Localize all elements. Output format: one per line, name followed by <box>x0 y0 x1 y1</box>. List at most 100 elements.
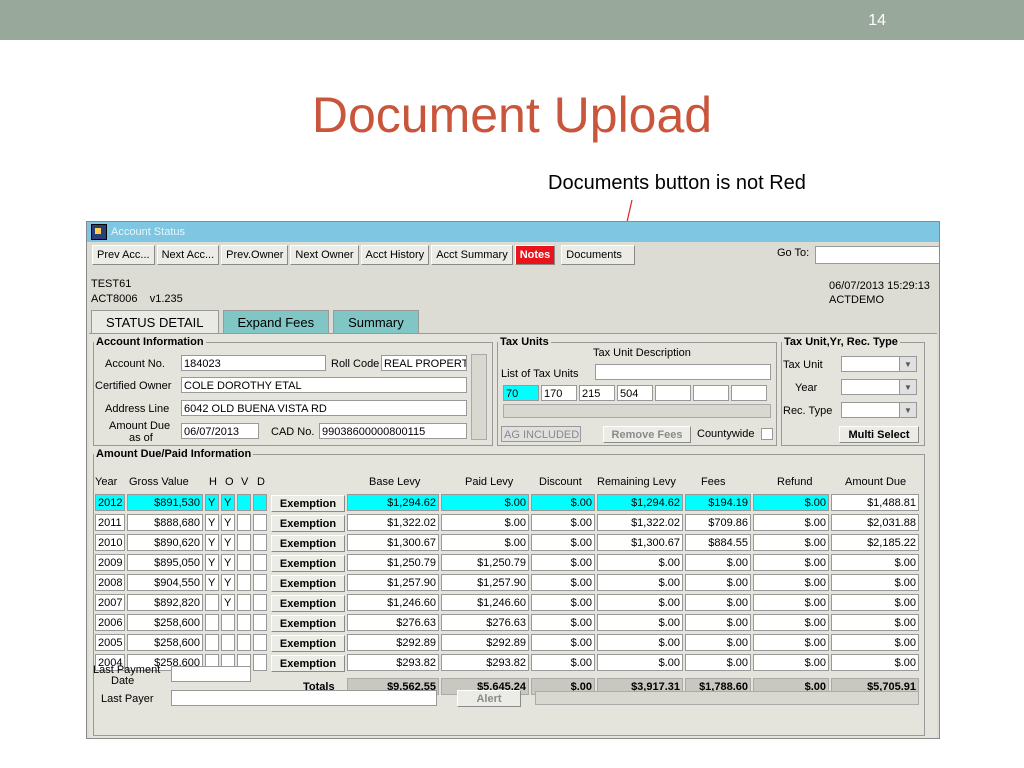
tab-expand-fees[interactable]: Expand Fees <box>222 310 330 334</box>
table-cell-d[interactable] <box>253 594 267 611</box>
table-cell-paid[interactable]: $1,250.79 <box>441 554 529 571</box>
table-cell-o[interactable]: Y <box>221 494 235 511</box>
table-cell-disc[interactable]: $.00 <box>531 554 595 571</box>
table-cell-year[interactable]: 2012 <box>95 494 125 511</box>
table-cell-rem[interactable]: $1,300.67 <box>597 534 683 551</box>
tax-unit-desc-field[interactable] <box>595 364 771 380</box>
exemption-button[interactable]: Exemption <box>271 515 345 532</box>
tax-unit-cell[interactable] <box>655 385 691 401</box>
table-cell-d[interactable] <box>253 614 267 631</box>
table-cell-paid[interactable]: $1,246.60 <box>441 594 529 611</box>
table-cell-disc[interactable]: $.00 <box>531 594 595 611</box>
table-cell-d[interactable] <box>253 634 267 651</box>
table-cell-gross[interactable]: $890,620 <box>127 534 203 551</box>
cad-no-field[interactable]: 99038600000800115 <box>319 423 467 439</box>
exemption-button[interactable]: Exemption <box>271 655 345 672</box>
table-cell-year[interactable]: 2007 <box>95 594 125 611</box>
exemption-button[interactable]: Exemption <box>271 595 345 612</box>
table-cell-due[interactable]: $1,488.81 <box>831 494 919 511</box>
table-cell-due[interactable]: $2,031.88 <box>831 514 919 531</box>
table-cell-fees[interactable]: $194.19 <box>685 494 751 511</box>
table-cell-v[interactable] <box>237 514 251 531</box>
table-cell-o[interactable]: Y <box>221 594 235 611</box>
table-cell-rem[interactable]: $.00 <box>597 614 683 631</box>
exemption-button[interactable]: Exemption <box>271 535 345 552</box>
remove-fees-button[interactable]: Remove Fees <box>603 426 691 443</box>
exemption-button[interactable]: Exemption <box>271 615 345 632</box>
table-cell-paid[interactable]: $.00 <box>441 514 529 531</box>
table-cell-refund[interactable]: $.00 <box>753 594 829 611</box>
next-acc-button[interactable]: Next Acc... <box>156 245 220 265</box>
table-cell-base[interactable]: $293.82 <box>347 654 439 671</box>
acct-summary-button[interactable]: Acct Summary <box>431 245 513 265</box>
table-cell-rem[interactable]: $.00 <box>597 594 683 611</box>
notes-button[interactable]: Notes <box>514 245 556 265</box>
table-cell-o[interactable] <box>221 614 235 631</box>
year-select[interactable]: ▼ <box>841 379 917 395</box>
table-cell-year[interactable]: 2008 <box>95 574 125 591</box>
table-cell-base[interactable]: $1,294.62 <box>347 494 439 511</box>
table-cell-year[interactable]: 2011 <box>95 514 125 531</box>
table-cell-paid[interactable]: $.00 <box>441 494 529 511</box>
table-cell-year[interactable]: 2010 <box>95 534 125 551</box>
table-cell-d[interactable] <box>253 574 267 591</box>
table-cell-refund[interactable]: $.00 <box>753 514 829 531</box>
table-cell-h[interactable]: Y <box>205 554 219 571</box>
table-cell-refund[interactable]: $.00 <box>753 614 829 631</box>
table-cell-base[interactable]: $1,246.60 <box>347 594 439 611</box>
table-cell-due[interactable]: $.00 <box>831 574 919 591</box>
table-cell-disc[interactable]: $.00 <box>531 494 595 511</box>
table-cell-v[interactable] <box>237 534 251 551</box>
exemption-button[interactable]: Exemption <box>271 575 345 592</box>
table-cell-h[interactable] <box>205 614 219 631</box>
table-cell-v[interactable] <box>237 594 251 611</box>
amount-scrollbar[interactable] <box>535 691 919 705</box>
table-cell-v[interactable] <box>237 614 251 631</box>
table-cell-gross[interactable]: $258,600 <box>127 614 203 631</box>
table-cell-due[interactable]: $.00 <box>831 654 919 671</box>
next-owner-button[interactable]: Next Owner <box>290 245 359 265</box>
table-cell-base[interactable]: $1,257.90 <box>347 574 439 591</box>
table-cell-refund[interactable]: $.00 <box>753 634 829 651</box>
exemption-button[interactable]: Exemption <box>271 495 345 512</box>
table-cell-gross[interactable]: $895,050 <box>127 554 203 571</box>
table-cell-base[interactable]: $1,250.79 <box>347 554 439 571</box>
table-cell-paid[interactable]: $.00 <box>441 534 529 551</box>
table-cell-disc[interactable]: $.00 <box>531 614 595 631</box>
table-cell-due[interactable]: $.00 <box>831 554 919 571</box>
table-cell-fees[interactable]: $.00 <box>685 554 751 571</box>
table-cell-due[interactable]: $2,185.22 <box>831 534 919 551</box>
table-cell-fees[interactable]: $.00 <box>685 614 751 631</box>
table-cell-h[interactable]: Y <box>205 494 219 511</box>
table-cell-fees[interactable]: $.00 <box>685 594 751 611</box>
last-payment-date-field[interactable] <box>171 666 251 682</box>
table-cell-disc[interactable]: $.00 <box>531 654 595 671</box>
table-cell-due[interactable]: $.00 <box>831 614 919 631</box>
prev-owner-button[interactable]: Prev.Owner <box>221 245 289 265</box>
table-cell-h[interactable] <box>205 634 219 651</box>
table-cell-gross[interactable]: $888,680 <box>127 514 203 531</box>
table-cell-disc[interactable]: $.00 <box>531 514 595 531</box>
table-cell-paid[interactable]: $292.89 <box>441 634 529 651</box>
table-cell-gross[interactable]: $258,600 <box>127 634 203 651</box>
countywide-checkbox[interactable] <box>761 428 773 440</box>
rec-type-select[interactable]: ▼ <box>841 402 917 418</box>
tax-units-scrollbar[interactable] <box>503 404 771 418</box>
table-cell-year[interactable]: 2009 <box>95 554 125 571</box>
table-cell-v[interactable] <box>237 634 251 651</box>
table-cell-disc[interactable]: $.00 <box>531 534 595 551</box>
multi-select-button[interactable]: Multi Select <box>839 426 919 443</box>
table-cell-rem[interactable]: $.00 <box>597 634 683 651</box>
table-cell-base[interactable]: $292.89 <box>347 634 439 651</box>
table-cell-o[interactable]: Y <box>221 574 235 591</box>
table-cell-paid[interactable]: $276.63 <box>441 614 529 631</box>
last-payer-field[interactable] <box>171 690 437 706</box>
documents-button[interactable]: Documents <box>561 245 635 265</box>
table-cell-h[interactable]: Y <box>205 534 219 551</box>
table-cell-v[interactable] <box>237 494 251 511</box>
tax-unit-cell[interactable]: 504 <box>617 385 653 401</box>
table-cell-refund[interactable]: $.00 <box>753 534 829 551</box>
table-cell-gross[interactable]: $904,550 <box>127 574 203 591</box>
table-cell-disc[interactable]: $.00 <box>531 574 595 591</box>
table-cell-h[interactable]: Y <box>205 574 219 591</box>
